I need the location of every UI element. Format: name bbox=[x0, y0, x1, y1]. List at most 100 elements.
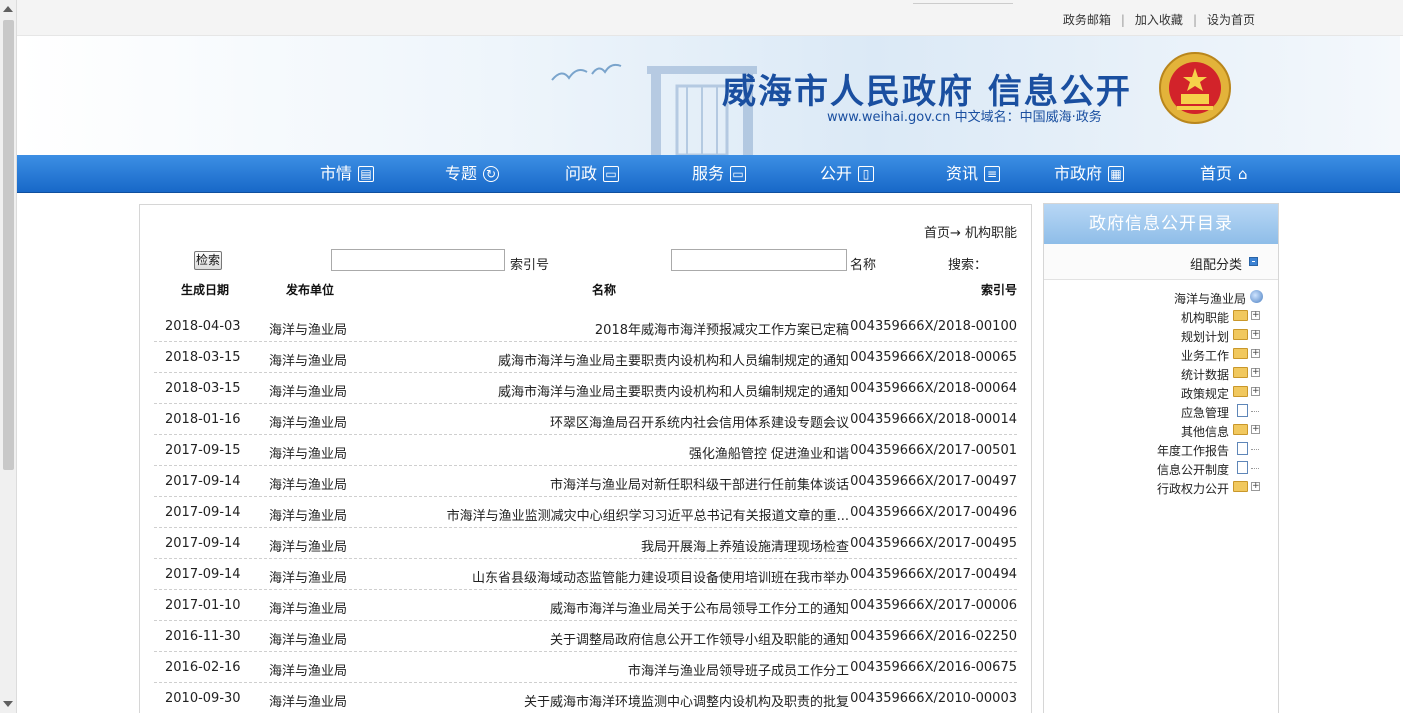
table-row[interactable]: 004359666X/2016-00675 市海洋与渔业局领导班子成员工作分工 海洋… bbox=[154, 652, 1017, 683]
tree-label[interactable]: 年度工作报告 bbox=[1157, 442, 1229, 459]
table-row[interactable]: 004359666X/2018-00100 2018年威海市海洋预报减灾工作方案已… bbox=[154, 311, 1017, 342]
sidebar-group-header[interactable]: 组配分类 bbox=[1044, 244, 1278, 280]
table-row[interactable]: 004359666X/2010-00003 关于威海市海洋环境监测中心调整内设机构… bbox=[154, 683, 1017, 713]
home-icon: ⌂ bbox=[1238, 165, 1248, 183]
row-unit: 海洋与渔业局 bbox=[269, 540, 348, 555]
nav-item-news[interactable]: 资讯 ≡ bbox=[946, 155, 1001, 193]
tree-node[interactable]: + 其他信息 bbox=[1044, 421, 1278, 440]
nav-label: 问政 bbox=[565, 164, 598, 183]
row-name-link[interactable]: 我局开展海上养殖设施清理现场检查 bbox=[641, 536, 849, 555]
scroll-thumb[interactable] bbox=[3, 20, 14, 470]
tree-label[interactable]: 统计数据 bbox=[1181, 366, 1229, 383]
nav-item-city-government[interactable]: 市政府 ▦ bbox=[1054, 155, 1125, 193]
table-row[interactable]: 004359666X/2017-00006 威海市海洋与渔业局关于公布局领导工作分… bbox=[154, 590, 1017, 621]
folder-icon bbox=[1233, 481, 1248, 492]
tree-node[interactable]: 信息公开制度 bbox=[1044, 459, 1278, 478]
expand-icon[interactable]: + bbox=[1251, 482, 1260, 491]
row-name-link[interactable]: 2018年威海市海洋预报减灾工作方案已定稿 bbox=[595, 319, 849, 338]
name-search-input[interactable] bbox=[671, 249, 847, 271]
row-unit: 海洋与渔业局 bbox=[269, 385, 348, 400]
nav-item-home[interactable]: 首页 ⌂ bbox=[1200, 155, 1248, 193]
book-icon: ▯ bbox=[858, 166, 875, 182]
row-name-link[interactable]: 威海市海洋与渔业局关于公布局领导工作分工的通知 bbox=[550, 598, 849, 617]
tree-node[interactable]: 海洋与渔业局 bbox=[1044, 288, 1278, 307]
link-email[interactable]: 政务邮箱 bbox=[1055, 11, 1119, 28]
folder-icon bbox=[1233, 424, 1248, 435]
sidebar: 政府信息公开目录 组配分类 海洋与渔业局 + 机构职能 + 规划计划 + 业务工作 + 统计数据… bbox=[1043, 203, 1279, 713]
table-row[interactable]: 004359666X/2017-00497 市海洋与渔业局对新任职科级干部进行任前… bbox=[154, 466, 1017, 497]
nav-item-inquiry[interactable]: 问政 ▭ bbox=[565, 155, 620, 193]
index-search-input[interactable] bbox=[331, 249, 505, 271]
table-header: 索引号 名称 发布单位 生成日期 bbox=[154, 281, 1017, 301]
row-name-link[interactable]: 市海洋与渔业局领导班子成员工作分工 bbox=[628, 660, 849, 679]
tree-node[interactable]: 年度工作报告 bbox=[1044, 440, 1278, 459]
row-date: 2010-09-30 bbox=[165, 691, 241, 706]
table-row[interactable]: 004359666X/2017-00495 我局开展海上养殖设施清理现场检查 海洋与… bbox=[154, 528, 1017, 559]
row-date: 2017-09-15 bbox=[165, 443, 241, 458]
expand-icon[interactable]: + bbox=[1251, 368, 1260, 377]
nav-item-topics[interactable]: 专题 ↻ bbox=[445, 155, 500, 193]
row-name-link[interactable]: 强化渔船管控 促进渔业和谐 bbox=[689, 443, 849, 462]
tree-label[interactable]: 规划计划 bbox=[1181, 328, 1229, 345]
row-date: 2018-01-16 bbox=[165, 412, 241, 427]
expand-icon[interactable]: + bbox=[1251, 311, 1260, 320]
row-name-link[interactable]: 环翠区海渔局召开系统内社会信用体系建设专题会议 bbox=[550, 412, 849, 431]
row-name-link[interactable]: 市海洋与渔业局对新任职科级干部进行任前集体谈话 bbox=[550, 474, 849, 493]
column-header-date: 生成日期 bbox=[181, 283, 230, 297]
tree-label[interactable]: 信息公开制度 bbox=[1157, 461, 1229, 478]
nav-item-service[interactable]: 服务 ▭ bbox=[692, 155, 747, 193]
row-unit: 海洋与渔业局 bbox=[269, 478, 348, 493]
row-name-link[interactable]: 关于威海市海洋环境监测中心调整内设机构及职责的批复 bbox=[524, 691, 849, 710]
window-scrollbar[interactable] bbox=[0, 0, 17, 713]
tree-label[interactable]: 业务工作 bbox=[1181, 347, 1229, 364]
table-row[interactable]: 004359666X/2016-02250 关于调整局政府信息公开工作领导小组及职… bbox=[154, 621, 1017, 652]
tree-node[interactable]: + 业务工作 bbox=[1044, 345, 1278, 364]
search-button[interactable]: 检索 bbox=[194, 251, 222, 270]
tree-label[interactable]: 行政权力公开 bbox=[1157, 480, 1229, 497]
row-date: 2016-11-30 bbox=[165, 629, 241, 644]
table-row[interactable]: 004359666X/2018-00064 威海市海洋与渔业局主要职责内设机构和人… bbox=[154, 373, 1017, 404]
tree-node[interactable]: + 机构职能 bbox=[1044, 307, 1278, 326]
row-name-link[interactable]: 山东省县级海域动态监管能力建设项目设备使用培训班在我市举办 bbox=[472, 567, 849, 586]
table-row[interactable]: 004359666X/2017-00496 市海洋与渔业监测减灾中心组织学习习近平… bbox=[154, 497, 1017, 528]
tree-label[interactable]: 应急管理 bbox=[1181, 404, 1229, 421]
row-date: 2017-01-10 bbox=[165, 598, 241, 613]
expand-icon[interactable]: + bbox=[1251, 349, 1260, 358]
scroll-down-icon[interactable] bbox=[3, 701, 13, 707]
scroll-up-icon[interactable] bbox=[3, 6, 13, 12]
breadcrumb[interactable]: 首页→ 机构职能 bbox=[924, 222, 1017, 241]
link-homepage[interactable]: 设为首页 bbox=[1199, 11, 1263, 28]
category-tree: 海洋与渔业局 + 机构职能 + 规划计划 + 业务工作 + 统计数据 + 政策规定应急管理 + 其他信息… bbox=[1044, 288, 1278, 497]
row-name-link[interactable]: 市海洋与渔业监测减灾中心组织学习习近平总书记有关报道文章的重... bbox=[447, 505, 849, 524]
nav-item-city-info[interactable]: 市情 ▤ bbox=[320, 155, 375, 193]
name-field-label: 名称 bbox=[850, 258, 877, 273]
table-row[interactable]: 004359666X/2018-00065 威海市海洋与渔业局主要职责内设机构和人… bbox=[154, 342, 1017, 373]
nav-item-open[interactable]: 公开 ▯ bbox=[820, 155, 875, 193]
tree-node[interactable]: + 政策规定 bbox=[1044, 383, 1278, 402]
page-icon bbox=[1237, 461, 1248, 474]
table-row[interactable]: 004359666X/2017-00501 强化渔船管控 促进渔业和谐 海洋与渔业局… bbox=[154, 435, 1017, 466]
tree-node[interactable]: + 统计数据 bbox=[1044, 364, 1278, 383]
row-date: 2018-03-15 bbox=[165, 350, 241, 365]
tree-label[interactable]: 机构职能 bbox=[1181, 309, 1229, 326]
tree-node[interactable]: 应急管理 bbox=[1044, 402, 1278, 421]
link-favorite[interactable]: 加入收藏 bbox=[1127, 11, 1191, 28]
row-date: 2017-09-14 bbox=[165, 536, 241, 551]
tree-label[interactable]: 其他信息 bbox=[1181, 423, 1229, 440]
tree-label[interactable]: 政策规定 bbox=[1181, 385, 1229, 402]
tree-node[interactable]: + 规划计划 bbox=[1044, 326, 1278, 345]
expand-icon[interactable]: + bbox=[1251, 330, 1260, 339]
tree-label[interactable]: 海洋与渔业局 bbox=[1174, 290, 1246, 307]
table-row[interactable]: 004359666X/2017-00494 山东省县级海域动态监管能力建设项目设备… bbox=[154, 559, 1017, 590]
expand-icon[interactable]: + bbox=[1251, 425, 1260, 434]
divider: | bbox=[1192, 13, 1197, 27]
collapse-icon[interactable] bbox=[1249, 257, 1258, 266]
search-form: 搜索： 名称 索引号 检索 bbox=[140, 249, 1033, 275]
row-name-link[interactable]: 威海市海洋与渔业局主要职责内设机构和人员编制规定的通知 bbox=[498, 381, 849, 400]
expand-icon[interactable]: + bbox=[1251, 387, 1260, 396]
tree-node[interactable]: + 行政权力公开 bbox=[1044, 478, 1278, 497]
row-name-link[interactable]: 威海市海洋与渔业局主要职责内设机构和人员编制规定的通知 bbox=[498, 350, 849, 369]
row-name-link[interactable]: 关于调整局政府信息公开工作领导小组及职能的通知 bbox=[550, 629, 849, 648]
search-label: 搜索： bbox=[948, 258, 988, 273]
table-row[interactable]: 004359666X/2018-00014 环翠区海渔局召开系统内社会信用体系建设… bbox=[154, 404, 1017, 435]
